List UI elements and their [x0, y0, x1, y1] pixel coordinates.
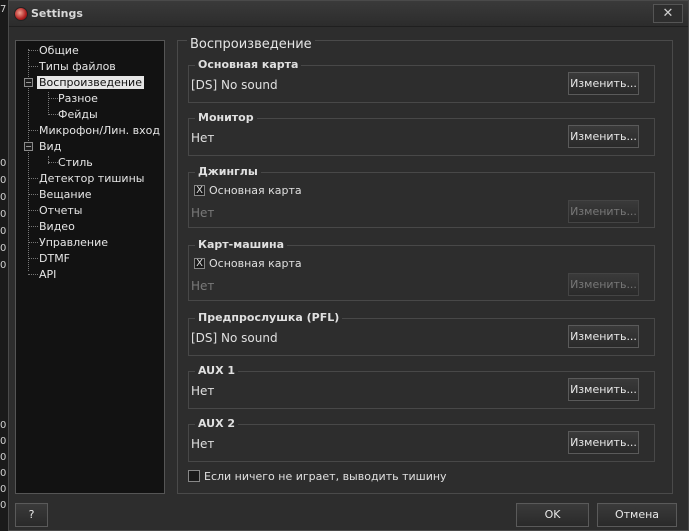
output-silence-checkbox[interactable] — [188, 470, 200, 482]
edge-glyph: 0 — [0, 484, 7, 495]
tree-item-label: Стиль — [58, 156, 93, 169]
edge-glyph: 0 — [0, 468, 7, 479]
change-main-card-button[interactable]: Изменить... — [568, 72, 639, 95]
group-title: AUX 2 — [195, 417, 239, 430]
tree-item-label: Общие — [39, 44, 79, 57]
group-title: Монитор — [195, 111, 257, 124]
aux1-value: Нет — [191, 384, 215, 398]
aux2-value: Нет — [191, 437, 215, 451]
tree-item-api[interactable]: API — [39, 267, 56, 282]
tree-item-control[interactable]: Управление — [39, 235, 108, 250]
group-title: Предпрослушка (PFL) — [195, 311, 343, 324]
edge-glyph: 0 — [0, 158, 7, 169]
collapse-icon[interactable]: − — [24, 78, 33, 87]
monitor-value: Нет — [191, 131, 215, 145]
tree-item-misc[interactable]: Разное — [58, 91, 98, 106]
edge-glyph: 0 — [0, 243, 7, 254]
change-aux1-button[interactable]: Изменить... — [568, 378, 639, 401]
tree-connector — [28, 66, 38, 67]
tree-item-label: Воспроизведение — [37, 76, 144, 89]
group-title: Джинглы — [195, 165, 261, 178]
tree-item-label: Вещание — [39, 188, 92, 201]
tree-item-style[interactable]: Стиль — [58, 155, 93, 170]
tree-item-fades[interactable]: Фейды — [58, 107, 98, 122]
tree-item-label: Детектор тишины — [39, 172, 145, 185]
tree-item-label: Управление — [39, 236, 109, 249]
edge-glyph: 0 — [0, 500, 7, 511]
edge-glyph: 0 — [0, 226, 7, 237]
change-monitor-button[interactable]: Изменить... — [568, 125, 639, 148]
tree-connector — [28, 178, 38, 179]
group-title: Основная карта — [195, 58, 302, 71]
close-button[interactable]: ✕ — [653, 4, 683, 23]
tree-item-playback[interactable]: Воспроизведение — [37, 75, 144, 90]
tree-item-label: Фейды — [58, 108, 98, 121]
tree-item-label: Типы файлов — [39, 60, 116, 73]
change-jingles-button[interactable]: Изменить... — [568, 200, 639, 223]
jingles-main-card-checkbox[interactable]: X — [194, 185, 205, 196]
panel-title: Воспроизведение — [187, 37, 315, 52]
help-button[interactable]: ? — [15, 503, 48, 527]
tree-connector — [48, 162, 58, 163]
checkbox-label: Основная карта — [209, 184, 302, 197]
tree-connector — [28, 258, 38, 259]
settings-tree[interactable]: Общие Типы файлов − Воспроизведение Разн… — [15, 40, 165, 494]
tree-item-silence-detector[interactable]: Детектор тишины — [39, 171, 144, 186]
tree-connector — [28, 50, 38, 51]
change-aux2-button[interactable]: Изменить... — [568, 431, 639, 454]
title-bar[interactable]: Settings ✕ — [9, 1, 688, 27]
tree-item-video[interactable]: Видео — [39, 219, 75, 234]
change-pfl-button[interactable]: Изменить... — [568, 325, 639, 348]
edge-glyph: 0 — [0, 175, 7, 186]
tree-connector — [28, 210, 38, 211]
tree-item-general[interactable]: Общие — [39, 43, 79, 58]
edge-glyph: 0 — [0, 452, 7, 463]
tree-item-label: DTMF — [39, 252, 71, 265]
tree-connector — [28, 130, 38, 131]
collapse-icon[interactable]: − — [24, 142, 33, 151]
checkbox-label: Основная карта — [209, 257, 302, 270]
tree-connector — [48, 114, 58, 115]
edge-glyph: 7 — [0, 4, 7, 15]
app-logo-icon — [14, 7, 28, 21]
tree-item-broadcasting[interactable]: Вещание — [39, 187, 92, 202]
edge-glyph: 0 — [0, 209, 7, 220]
tree-item-label: Отчеты — [39, 204, 83, 217]
edge-glyph: 0 — [0, 192, 7, 203]
change-cart-button[interactable]: Изменить... — [568, 273, 639, 296]
tree-connector — [28, 242, 38, 243]
tree-item-label: Микрофон/Лин. вход — [39, 124, 160, 137]
tree-item-label: Вид — [39, 140, 62, 153]
window-title: Settings — [31, 7, 83, 20]
pfl-value: [DS] No sound — [191, 331, 278, 345]
edge-glyph: 0 — [0, 436, 7, 447]
edge-glyph: 0 — [0, 420, 7, 431]
tree-item-view[interactable]: Вид — [39, 139, 61, 154]
jingles-value: Нет — [191, 206, 215, 220]
tree-item-label: Разное — [58, 92, 98, 105]
edge-glyph: 0 — [0, 260, 7, 271]
tree-item-label: Видео — [39, 220, 75, 233]
cart-main-card-checkbox[interactable]: X — [194, 258, 205, 269]
tree-item-label: API — [39, 268, 57, 281]
tree-item-mic-line-in[interactable]: Микрофон/Лин. вход — [39, 123, 160, 138]
tree-connector — [28, 226, 38, 227]
tree-connector — [28, 194, 38, 195]
tree-item-reports[interactable]: Отчеты — [39, 203, 82, 218]
main-card-value: [DS] No sound — [191, 78, 278, 92]
group-title: Карт-машина — [195, 238, 288, 251]
cancel-button[interactable]: Отмена — [597, 503, 677, 527]
tree-connector — [48, 92, 49, 115]
ok-button[interactable]: OK — [516, 503, 589, 527]
output-silence-label: Если ничего не играет, выводить тишину — [204, 470, 447, 483]
group-title: AUX 1 — [195, 364, 239, 377]
cart-value: Нет — [191, 279, 215, 293]
tree-connector — [48, 98, 58, 99]
tree-connector — [28, 274, 38, 275]
tree-item-file-types[interactable]: Типы файлов — [39, 59, 116, 74]
tree-item-dtmf[interactable]: DTMF — [39, 251, 70, 266]
